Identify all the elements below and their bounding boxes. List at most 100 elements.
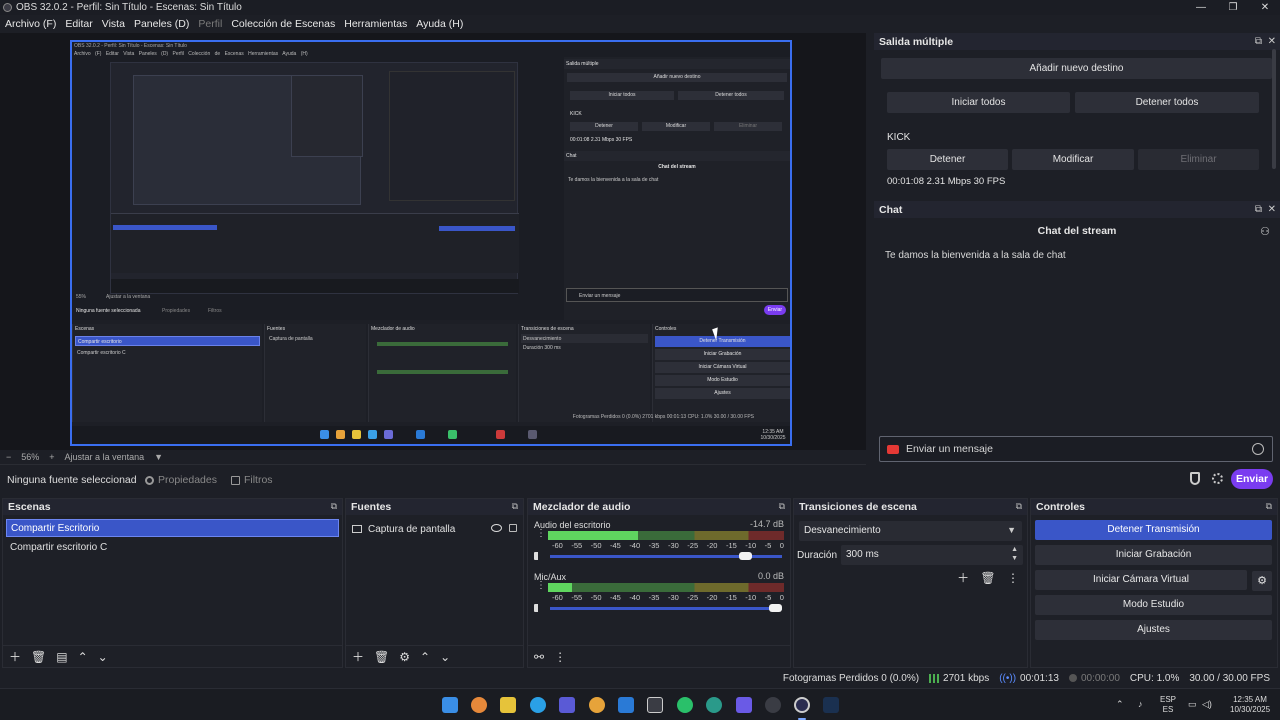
arrow-down-icon[interactable]: ⌄ — [98, 650, 108, 664]
gear-icon[interactable] — [1212, 473, 1223, 484]
close-icon[interactable]: ✕ — [1268, 36, 1276, 47]
more-icon[interactable]: ⋮ — [554, 650, 566, 664]
shield-icon[interactable] — [1190, 472, 1200, 485]
steam-icon[interactable] — [823, 697, 839, 713]
chevron-down-icon[interactable]: ▼ — [154, 452, 163, 462]
filter-icon[interactable]: ▤ — [56, 650, 67, 664]
add-icon[interactable]: ＋ — [352, 648, 364, 665]
meter-ticks: -60 -55 -50 -45 -40 -35 -30 -25 -20 -15 -10 -5 0 — [552, 541, 784, 550]
delete-destination-button[interactable]: Eliminar — [1138, 149, 1259, 170]
add-destination-button[interactable]: Añadir nuevo destino — [881, 58, 1272, 79]
spinner-icon[interactable]: ▲ ▼ — [1011, 545, 1018, 563]
emoji-icon[interactable] — [1252, 443, 1264, 455]
more-icon[interactable]: ⋮ — [1007, 571, 1019, 585]
filters-button[interactable]: Filtros — [230, 474, 273, 486]
discord-icon[interactable] — [736, 697, 752, 713]
volume-knob[interactable] — [769, 604, 782, 612]
more-icon[interactable]: ⋮ — [536, 581, 546, 591]
speaker-icon[interactable] — [534, 552, 544, 560]
modify-destination-button[interactable]: Modificar — [1012, 149, 1134, 170]
scene-item[interactable]: Compartir Escritorio — [6, 519, 339, 537]
app-icon[interactable] — [589, 697, 605, 713]
edge-icon[interactable] — [530, 697, 546, 713]
record-icon — [1068, 674, 1077, 682]
gear-icon[interactable]: ⚙ — [399, 650, 410, 664]
notion-icon[interactable] — [647, 697, 663, 713]
arrow-up-icon[interactable]: ⌃ — [78, 650, 88, 664]
trash-icon[interactable]: 🗑 — [980, 571, 995, 585]
windows-start-icon[interactable] — [442, 697, 458, 713]
add-icon[interactable]: ＋ — [957, 571, 969, 585]
popout-icon[interactable]: ⧉ — [512, 501, 518, 512]
trash-icon[interactable]: 🗑 — [374, 650, 389, 664]
volume-icon[interactable]: ◁) — [1202, 699, 1212, 709]
menu-vista[interactable]: Vista — [102, 18, 125, 30]
user-settings-icon[interactable]: ⚇ — [1260, 225, 1270, 238]
chevron-up-icon[interactable]: ⌃ — [1116, 699, 1124, 709]
close-button[interactable]: ✕ — [1248, 0, 1280, 15]
start-recording-button[interactable]: Iniciar Grabación — [1035, 545, 1272, 565]
network-icon[interactable]: ▭ — [1188, 699, 1197, 709]
speaker-icon[interactable] — [534, 604, 544, 612]
volume-slider[interactable] — [550, 552, 782, 560]
menu-editar[interactable]: Editar — [65, 18, 92, 30]
vscode-icon[interactable] — [618, 697, 634, 713]
menu-perfil[interactable]: Perfil — [198, 18, 222, 30]
clock[interactable]: 12:35 AM 10/30/2025 — [1230, 695, 1270, 715]
maximize-button[interactable]: ❐ — [1216, 0, 1250, 15]
eye-icon[interactable] — [491, 524, 502, 532]
copilot-icon[interactable] — [471, 697, 487, 713]
popout-icon[interactable]: ⧉ — [1255, 36, 1262, 47]
arrow-down-icon[interactable]: ⌄ — [440, 650, 450, 664]
menu-archivo[interactable]: Archivo (F) — [5, 18, 56, 30]
gear-icon[interactable]: ⚙ — [1252, 571, 1272, 591]
scrollbar[interactable] — [1272, 49, 1276, 169]
fit-window-label[interactable]: Ajustar a la ventana — [65, 452, 145, 462]
language-indicator[interactable]: ESP ES — [1160, 695, 1176, 715]
close-icon[interactable]: ✕ — [1268, 204, 1276, 215]
gear-icon — [145, 475, 154, 485]
settings-button[interactable]: Ajustes — [1035, 620, 1272, 640]
properties-button[interactable]: Propiedades — [145, 474, 217, 486]
menu-herramientas[interactable]: Herramientas — [344, 18, 407, 30]
stop-destination-button[interactable]: Detener — [887, 149, 1008, 170]
visual-studio-icon[interactable] — [559, 697, 575, 713]
app-icon[interactable] — [706, 697, 722, 713]
menu-paneles[interactable]: Paneles (D) — [134, 18, 189, 30]
add-icon[interactable]: ＋ — [9, 648, 21, 665]
start-virtual-camera-button[interactable]: Iniciar Cámara Virtual — [1035, 570, 1247, 590]
zoom-in-button[interactable]: + — [49, 452, 54, 462]
lock-icon[interactable] — [509, 524, 517, 532]
chat-input[interactable]: Enviar un mensaje — [879, 436, 1273, 462]
more-icon[interactable]: ⋮ — [536, 529, 546, 539]
link-icon[interactable]: ⚯ — [534, 650, 544, 664]
volume-slider[interactable] — [550, 604, 782, 612]
studio-mode-button[interactable]: Modo Estudio — [1035, 595, 1272, 615]
menu-ayuda[interactable]: Ayuda (H) — [416, 18, 463, 30]
mic-icon[interactable]: ♪ — [1138, 699, 1143, 709]
obs-icon[interactable] — [794, 697, 810, 713]
menu-coleccion-escenas[interactable]: Colección de Escenas — [231, 18, 335, 30]
source-item[interactable]: Captura de pantalla — [352, 521, 520, 537]
whatsapp-icon[interactable] — [677, 697, 693, 713]
popout-icon[interactable]: ⧉ — [1266, 501, 1272, 512]
popout-icon[interactable]: ⧉ — [1016, 501, 1022, 512]
popout-icon[interactable]: ⧉ — [331, 501, 337, 512]
duration-input[interactable]: 300 ms ▲ ▼ — [841, 545, 1023, 565]
minimize-button[interactable]: — — [1184, 0, 1218, 15]
start-all-button[interactable]: Iniciar todos — [887, 92, 1070, 113]
send-button[interactable]: Enviar — [1231, 469, 1273, 489]
status-bar: Fotogramas Perdidos 0 (0.0%) 2701 kbps (… — [0, 668, 1280, 688]
scene-item[interactable]: Compartir escritorio C — [6, 539, 339, 557]
transition-select[interactable]: Desvanecimiento ▼ — [799, 521, 1022, 541]
popout-icon[interactable]: ⧉ — [1255, 204, 1262, 215]
volume-knob[interactable] — [738, 552, 752, 560]
zoom-out-button[interactable]: − — [6, 452, 11, 462]
arrow-up-icon[interactable]: ⌃ — [420, 650, 430, 664]
stop-all-button[interactable]: Detener todos — [1075, 92, 1259, 113]
file-explorer-icon[interactable] — [500, 697, 516, 713]
trash-icon[interactable]: 🗑 — [31, 650, 46, 664]
popout-icon[interactable]: ⧉ — [779, 501, 785, 512]
github-icon[interactable] — [765, 697, 781, 713]
stop-stream-button[interactable]: Detener Transmisión — [1035, 520, 1272, 540]
